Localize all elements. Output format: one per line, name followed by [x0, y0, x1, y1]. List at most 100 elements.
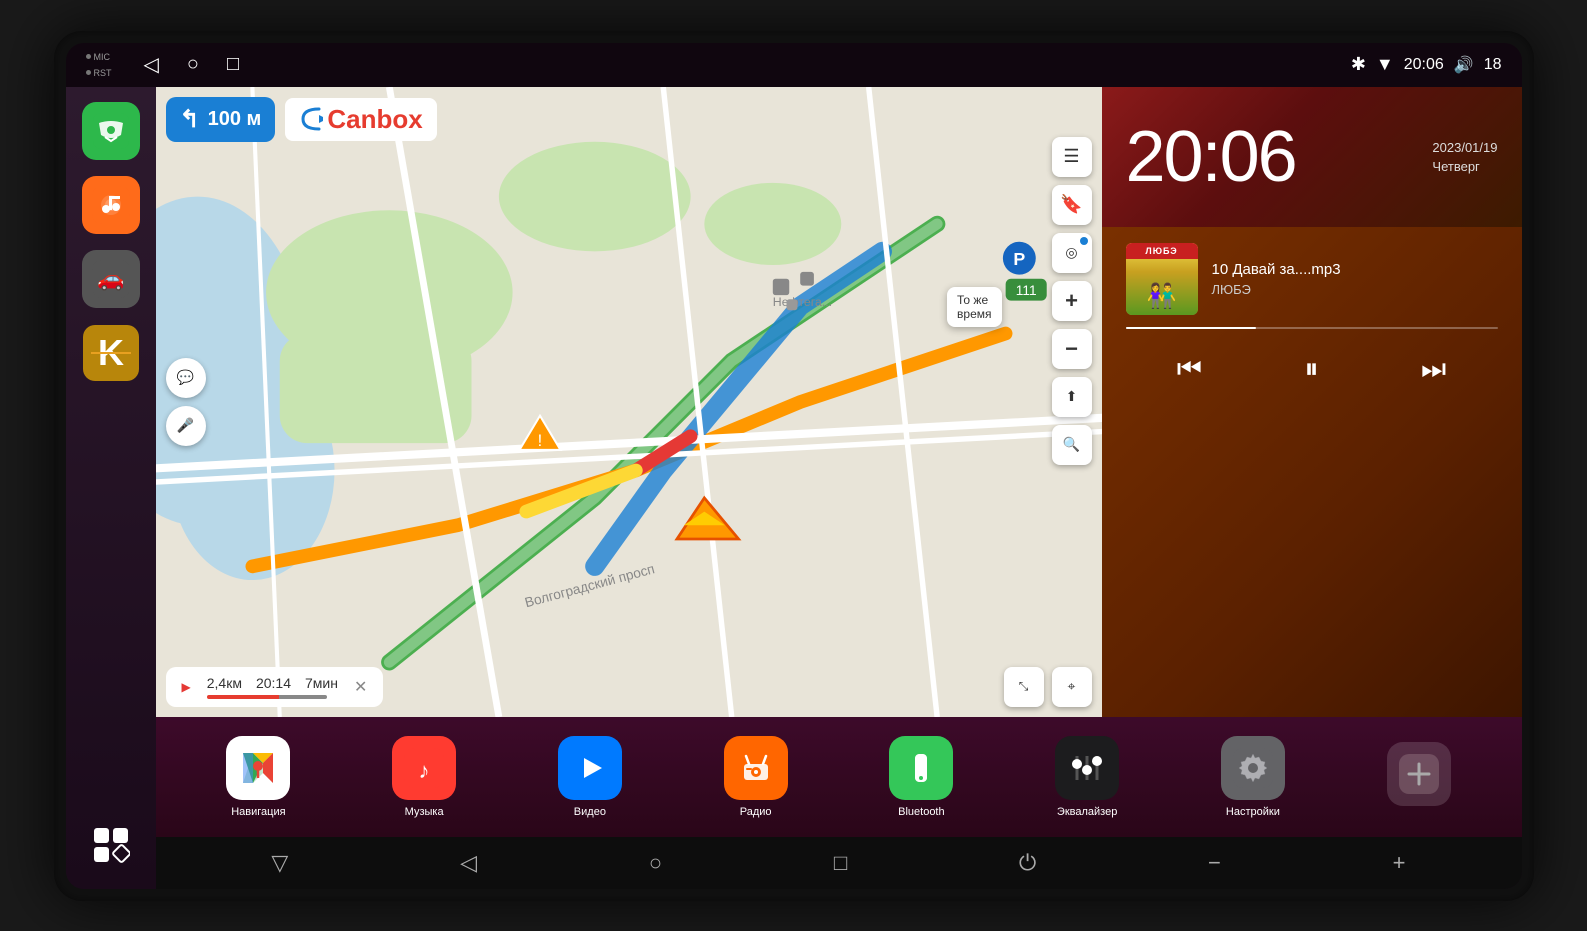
route-minutes: 7мин	[305, 675, 338, 691]
volume-value: 18	[1484, 56, 1502, 74]
device-frame: MIC RST ◁ ○ □ ✱ ▼ 20:06 🔊 18	[54, 31, 1534, 901]
equalizer-app-icon	[1055, 736, 1119, 800]
map-chat-btn[interactable]: 💬	[166, 358, 206, 398]
mic-label: MIC	[94, 52, 111, 62]
map-menu-btn[interactable]: ☰	[1052, 137, 1092, 177]
music-progress-bar[interactable]	[1126, 327, 1498, 329]
recents-nav-icon[interactable]: □	[227, 53, 239, 76]
sidebar-carplay-btn[interactable]	[82, 102, 140, 160]
volume-icon: 🔊	[1454, 55, 1474, 75]
video-app-icon	[558, 736, 622, 800]
app-video[interactable]: Видео	[558, 736, 622, 818]
sidebar-car-btn[interactable]: 🚗	[82, 250, 140, 308]
app-bluetooth-label: Bluetooth	[898, 806, 944, 818]
map-left-controls: 💬 🎤	[166, 358, 206, 446]
clock-day-line: Четверг	[1432, 159, 1497, 174]
track-name: 10 Давай за....mp3	[1212, 261, 1498, 278]
svg-text:111: 111	[1015, 283, 1036, 298]
clock-time-display: 20:06	[1126, 121, 1296, 193]
bottom-nav: ▽ ◁ ○ □ ⏻ − +	[156, 837, 1522, 889]
app-music[interactable]: ♪ Музыка	[392, 736, 456, 818]
map-bookmark-btn[interactable]: 🔖	[1052, 185, 1092, 225]
music-pause-btn[interactable]: ⏸	[1296, 345, 1326, 394]
center-content: Волгоградский просп Нефтега... P	[156, 87, 1522, 889]
app-radio[interactable]: Радио	[724, 736, 788, 818]
bluetooth-status-icon: ✱	[1351, 54, 1366, 75]
app-music-label: Музыка	[405, 806, 444, 818]
canbox-text: Canbox	[327, 104, 422, 135]
status-bar: MIC RST ◁ ○ □ ✱ ▼ 20:06 🔊 18	[66, 43, 1522, 87]
back-nav-icon[interactable]: ◁	[144, 52, 159, 77]
top-panels: Волгоградский просп Нефтега... P	[156, 87, 1522, 717]
sidebar: 🚗 K	[66, 87, 156, 889]
map-mic-btn[interactable]: 🎤	[166, 406, 206, 446]
app-video-label: Видео	[574, 806, 606, 818]
album-art: ЛЮБЭ 👫	[1126, 243, 1198, 315]
map-bottom: ▶ 2,4км 20:14 7мин ✕	[166, 667, 1092, 707]
map-compass-btn[interactable]: ⌖	[1052, 667, 1092, 707]
radio-app-icon	[724, 736, 788, 800]
clock-panel: 20:06 2023/01/19 Четверг	[1102, 87, 1522, 227]
map-header: ↰ 100 м Canbox	[166, 97, 1092, 142]
nav-minus-btn[interactable]: −	[1192, 842, 1237, 884]
status-right: ✱ ▼ 20:06 🔊 18	[1351, 54, 1502, 75]
map-share-btn[interactable]: ⬆	[1052, 377, 1092, 417]
nav-home-btn[interactable]: ○	[633, 842, 678, 884]
app-add[interactable]	[1387, 742, 1451, 812]
route-progress-bar	[207, 695, 327, 699]
settings-app-icon	[1221, 736, 1285, 800]
map-info-close-btn[interactable]: ✕	[354, 677, 367, 697]
track-details: 10 Давай за....mp3 ЛЮБЭ	[1212, 261, 1498, 297]
sidebar-klok-btn[interactable]: K	[82, 324, 140, 382]
sidebar-music-btn[interactable]	[82, 176, 140, 234]
map-tooltip: То жевремя	[947, 287, 1001, 327]
app-radio-label: Радио	[740, 806, 772, 818]
map-search-btn[interactable]: 🔍	[1052, 425, 1092, 465]
svg-text:Нефтега...: Нефтега...	[772, 295, 831, 309]
wifi-status-icon: ▼	[1376, 54, 1394, 75]
maps-app-icon	[226, 736, 290, 800]
device-screen: MIC RST ◁ ○ □ ✱ ▼ 20:06 🔊 18	[66, 43, 1522, 889]
sidebar-grid-btn[interactable]	[82, 816, 140, 874]
svg-text:P: P	[1013, 249, 1025, 269]
svg-text:🚗: 🚗	[97, 266, 124, 291]
main-content: 🚗 K	[66, 87, 1522, 889]
map-right-controls: ☰ 🔖 ◎ + − ⬆ 🔍	[1052, 137, 1092, 465]
right-panel: 20:06 2023/01/19 Четверг	[1102, 87, 1522, 717]
music-app-icon: ♪	[392, 736, 456, 800]
track-artist: ЛЮБЭ	[1212, 282, 1498, 297]
map-zoom-in-btn[interactable]: +	[1052, 281, 1092, 321]
music-panel: ЛЮБЭ 👫 10 Давай за....mp3 ЛЮБЭ	[1102, 227, 1522, 717]
map-distance: 100 м	[208, 108, 262, 131]
nav-back-btn[interactable]: ◁	[444, 842, 493, 884]
map-panel[interactable]: Волгоградский просп Нефтега... P	[156, 87, 1102, 717]
bluetooth-app-icon	[889, 736, 953, 800]
app-settings[interactable]: Настройки	[1221, 736, 1285, 818]
map-info-box: ▶ 2,4км 20:14 7мин ✕	[166, 667, 384, 707]
map-direction-box: ↰ 100 м	[166, 97, 276, 142]
app-equalizer[interactable]: Эквалайзер	[1055, 736, 1119, 818]
app-bluetooth[interactable]: Bluetooth	[889, 736, 953, 818]
map-overview-btn[interactable]: ⤡	[1004, 667, 1044, 707]
add-app-icon	[1387, 742, 1451, 806]
music-track-info: ЛЮБЭ 👫 10 Давай за....mp3 ЛЮБЭ	[1126, 243, 1498, 315]
nav-power-btn[interactable]: ⏻	[1003, 842, 1052, 884]
app-navigation-label: Навигация	[231, 806, 285, 818]
nav-down-btn[interactable]: ▽	[255, 842, 304, 884]
clock-date-display: 2023/01/19 Четверг	[1432, 140, 1497, 174]
map-activity-btn[interactable]: ◎	[1052, 233, 1092, 273]
home-nav-icon[interactable]: ○	[187, 53, 199, 76]
canbox-logo: Canbox	[285, 98, 436, 141]
map-zoom-out-btn[interactable]: −	[1052, 329, 1092, 369]
nav-plus-btn[interactable]: +	[1377, 842, 1422, 884]
music-controls: ⏮ ⏸ ⏭	[1126, 345, 1498, 394]
svg-text:♪: ♪	[419, 758, 430, 783]
route-distance: 2,4км	[207, 675, 242, 691]
music-prev-btn[interactable]: ⏮	[1169, 345, 1210, 394]
music-next-btn[interactable]: ⏭	[1413, 345, 1454, 394]
app-navigation[interactable]: Навигация	[226, 736, 290, 818]
nav-recents-btn[interactable]: □	[818, 842, 863, 884]
clock-date-line: 2023/01/19	[1432, 140, 1497, 155]
status-time: 20:06	[1404, 56, 1444, 74]
album-band-name: ЛЮБЭ	[1126, 243, 1198, 259]
